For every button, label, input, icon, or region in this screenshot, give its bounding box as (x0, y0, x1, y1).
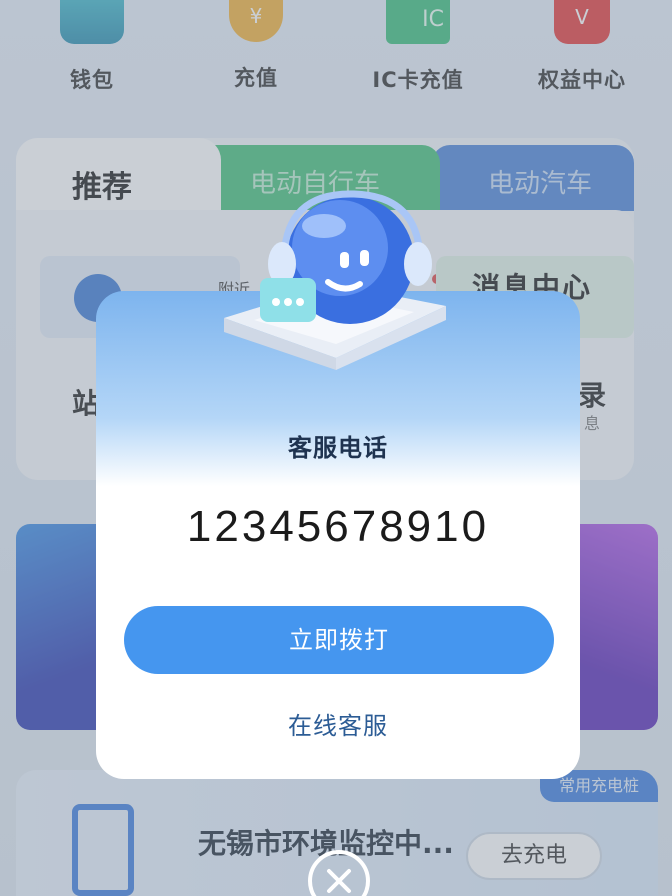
service-robot-icon (224, 190, 446, 370)
call-now-button[interactable]: 立即拨打 (124, 606, 554, 674)
close-icon (327, 869, 351, 893)
dialog-title: 客服电话 (288, 434, 388, 462)
online-service-link[interactable]: 在线客服 (96, 706, 580, 741)
service-phone-number: 12345678910 (186, 502, 490, 551)
